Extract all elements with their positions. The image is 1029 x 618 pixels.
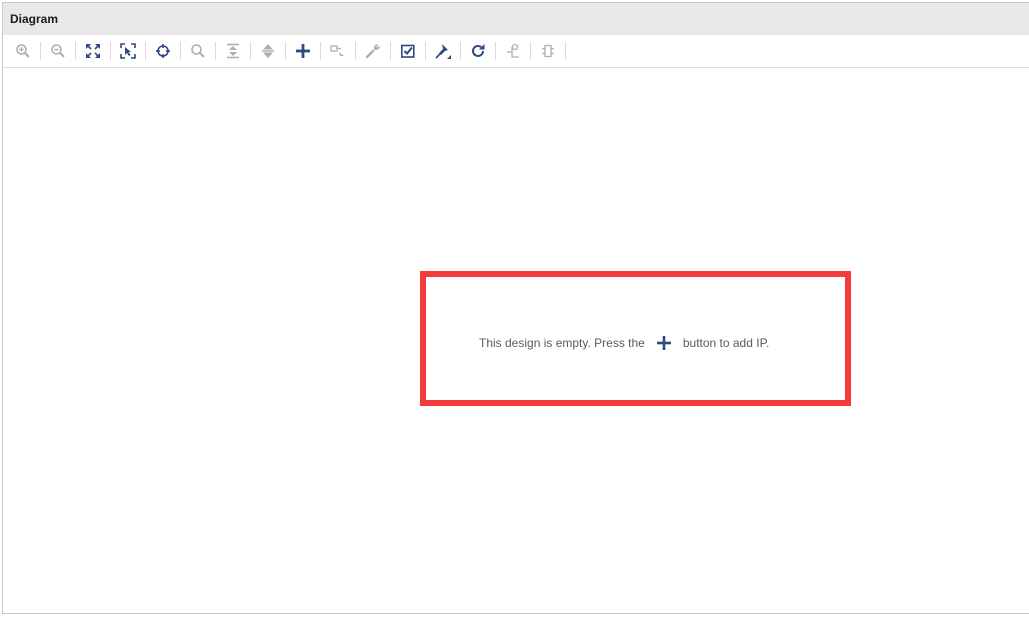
toolbar-separator (250, 42, 251, 60)
toolbar-separator (320, 42, 321, 60)
diagram-titlebar: Diagram (3, 3, 1029, 35)
zoom-area-icon (120, 43, 136, 59)
search-icon (191, 44, 205, 58)
make-connection-button[interactable] (325, 39, 351, 63)
collapse-all-icon (227, 43, 239, 59)
add-ip-button[interactable] (290, 39, 316, 63)
pin-button[interactable] (430, 39, 456, 63)
regenerate-layout-icon (472, 44, 485, 57)
toolbar-separator (460, 42, 461, 60)
toolbar-separator (215, 42, 216, 60)
zoom-fit-button[interactable] (80, 39, 106, 63)
zoom-area-button[interactable] (115, 39, 141, 63)
toolbar-separator (285, 42, 286, 60)
search-button[interactable] (185, 39, 211, 63)
expand-all-icon (262, 44, 274, 58)
zoom-in-icon (16, 44, 30, 58)
zoom-in-button[interactable] (10, 39, 36, 63)
expand-all-button[interactable] (255, 39, 281, 63)
run-block-automation-button[interactable] (535, 39, 561, 63)
auto-center-button[interactable] (150, 39, 176, 63)
panel-title: Diagram (10, 12, 59, 26)
zoom-out-button[interactable] (45, 39, 71, 63)
validate-design-button[interactable] (395, 39, 421, 63)
run-connection-automation-icon (507, 43, 519, 58)
make-connection-icon (330, 45, 344, 56)
properties-wrench-icon (365, 44, 380, 59)
validate-design-icon (400, 44, 415, 58)
collapse-all-button[interactable] (220, 39, 246, 63)
toolbar-separator (390, 42, 391, 60)
zoom-out-icon (51, 44, 65, 58)
auto-center-icon (156, 44, 170, 58)
pin-icon (435, 44, 451, 59)
properties-button[interactable] (360, 39, 386, 63)
toolbar-separator (565, 42, 566, 60)
run-connection-automation-button[interactable] (500, 39, 526, 63)
add-ip-inline-button[interactable] (649, 333, 679, 353)
toolbar-separator (530, 42, 531, 60)
diagram-window: Diagram This design is empty. Press the … (2, 2, 1029, 614)
toolbar-separator (75, 42, 76, 60)
empty-message-text-before: This design is empty. Press the (479, 336, 645, 350)
diagram-canvas[interactable]: This design is empty. Press the button t… (3, 69, 1029, 613)
diagram-toolbar (3, 35, 1029, 68)
zoom-fit-icon (86, 44, 100, 58)
toolbar-separator (495, 42, 496, 60)
empty-message-text-after: button to add IP. (682, 336, 770, 350)
run-block-automation-icon (542, 44, 554, 58)
toolbar-separator (40, 42, 41, 60)
toolbar-separator (145, 42, 146, 60)
toolbar-separator (110, 42, 111, 60)
regenerate-layout-button[interactable] (465, 39, 491, 63)
toolbar-separator (355, 42, 356, 60)
add-ip-icon (296, 44, 310, 58)
toolbar-separator (425, 42, 426, 60)
plus-icon (656, 336, 671, 350)
empty-design-message: This design is empty. Press the button t… (479, 333, 769, 353)
toolbar-separator (180, 42, 181, 60)
